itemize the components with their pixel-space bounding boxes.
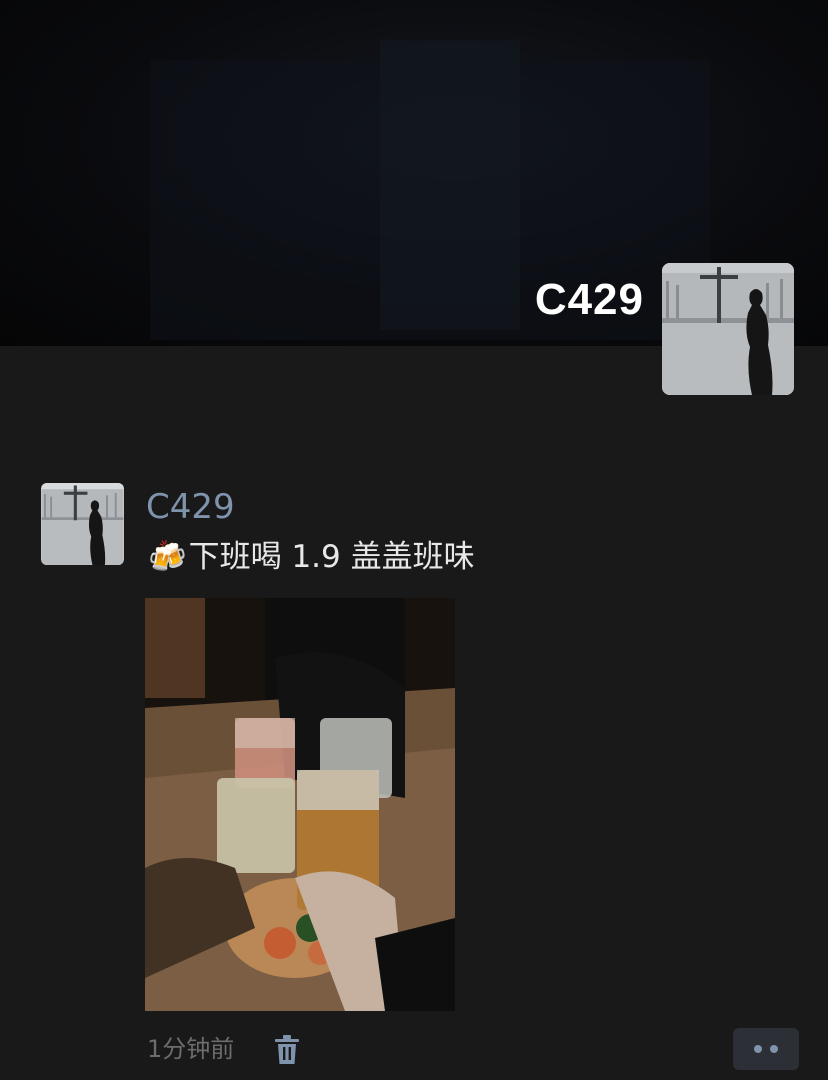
more-dots-icon — [754, 1045, 762, 1053]
post-timestamp: 1分钟前 — [147, 1035, 235, 1063]
post-photo[interactable] — [145, 598, 455, 1011]
profile-avatar[interactable] — [662, 263, 794, 395]
cover-username: C429 — [534, 275, 644, 324]
more-dots-icon — [770, 1045, 778, 1053]
trash-icon[interactable] — [272, 1034, 302, 1066]
post-author-name[interactable]: C429 — [146, 486, 235, 528]
silhouette-cross-avatar — [662, 263, 794, 395]
post-caption: 下班喝 1.9 盖盖班味 — [188, 539, 475, 575]
silhouette-cross-avatar — [41, 483, 124, 565]
drinks-toast-photo — [145, 598, 455, 1011]
post-author-avatar[interactable] — [41, 483, 124, 565]
post-text: 🍻下班喝 1.9 盖盖班味 — [148, 536, 475, 578]
beer-emoji: 🍻 — [148, 539, 187, 575]
more-options-button[interactable] — [733, 1028, 799, 1070]
